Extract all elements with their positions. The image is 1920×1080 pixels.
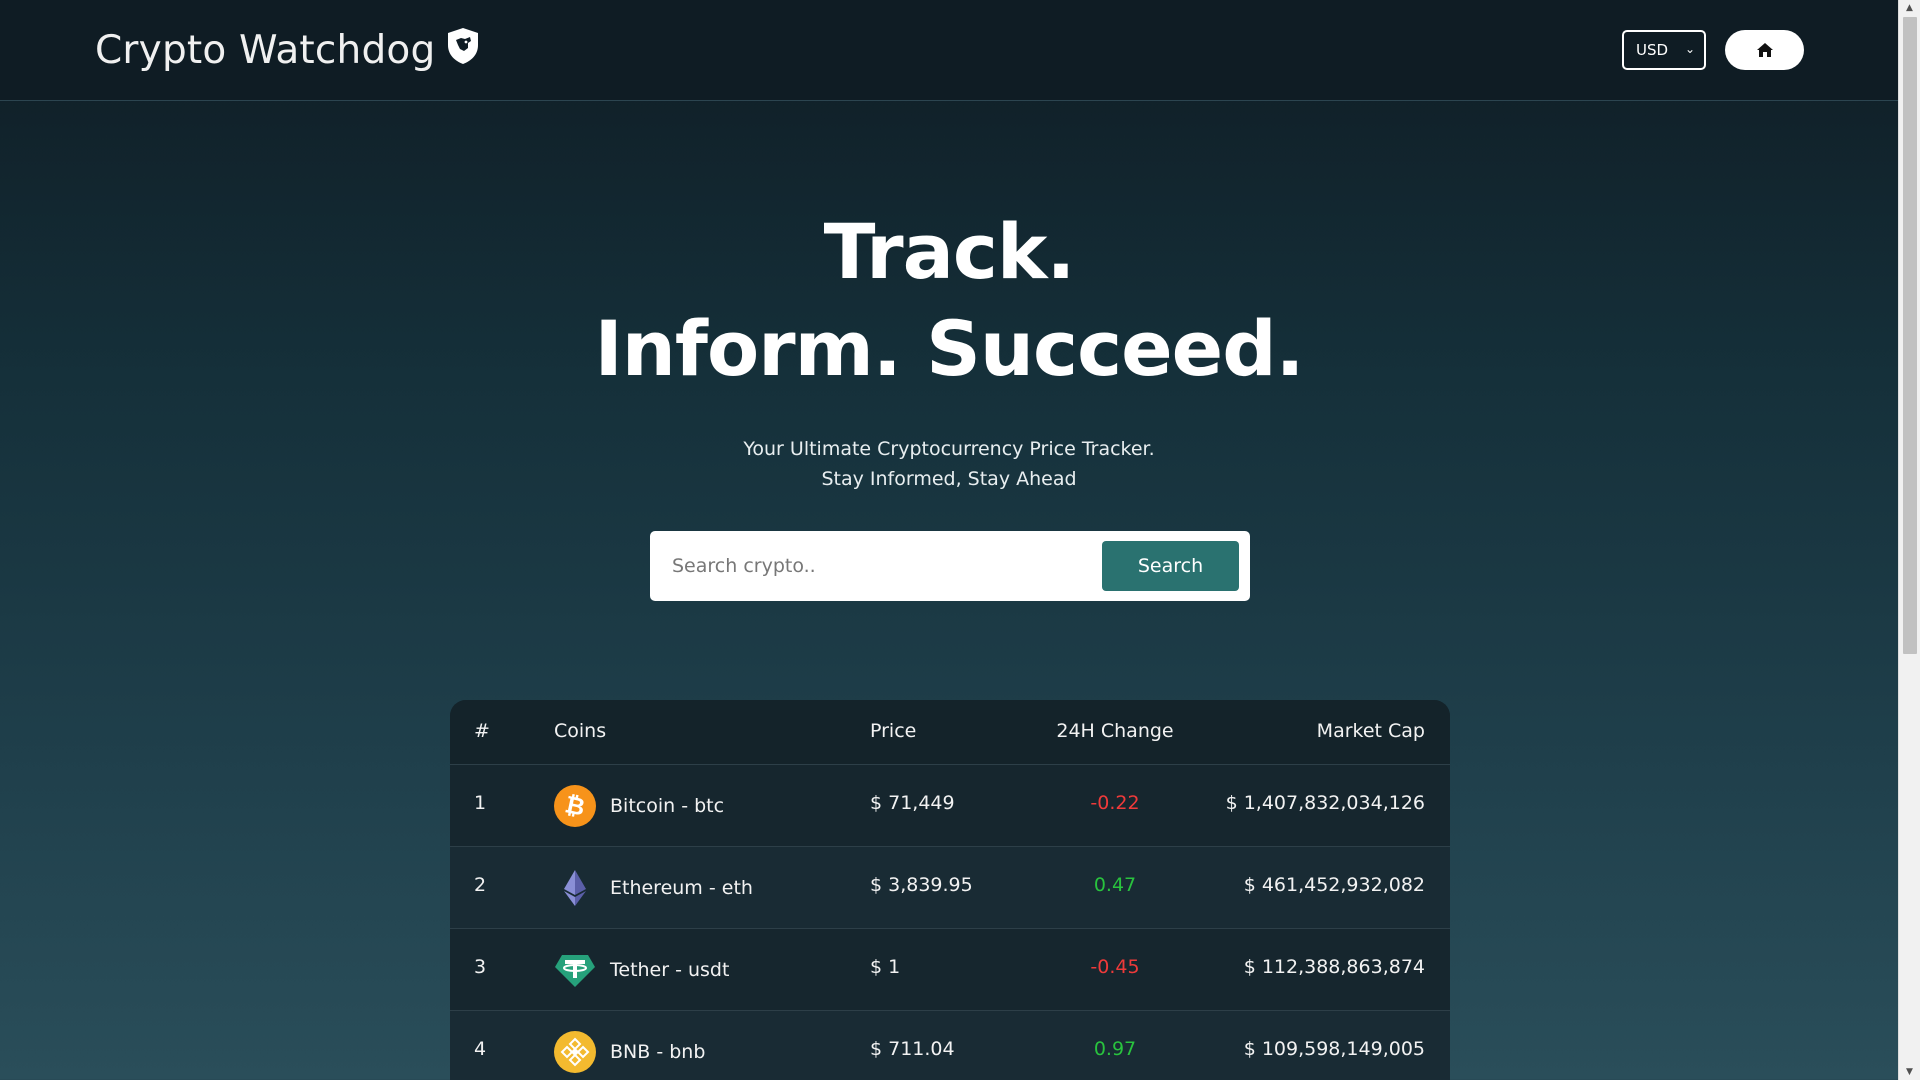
table-header: # Coins Price 24H Change Market Cap bbox=[450, 700, 1450, 765]
header-market-cap: Market Cap bbox=[1316, 720, 1425, 742]
table-row[interactable]: 1 ₿ Bitcoin - btc $ 71,449 -0.22 $ 1,407… bbox=[450, 765, 1450, 847]
search-button[interactable]: Search bbox=[1102, 541, 1239, 591]
scroll-down-icon[interactable]: ▼ bbox=[1899, 1064, 1920, 1080]
coin-market-cap: $ 1,407,832,034,126 bbox=[1225, 792, 1425, 814]
coin-24h-change: 0.97 bbox=[1093, 1038, 1137, 1060]
tether-logo-icon bbox=[555, 955, 595, 987]
coin-price: $ 71,449 bbox=[870, 792, 955, 814]
coin-name: BNB - bnb bbox=[610, 1041, 706, 1063]
currency-select[interactable]: USD ⌄ bbox=[1622, 30, 1706, 70]
navbar: Crypto Watchdog USD ⌄ bbox=[0, 0, 1898, 101]
home-icon bbox=[1756, 43, 1773, 57]
chevron-down-icon: ⌄ bbox=[1684, 42, 1695, 56]
table-row[interactable]: 4 BNB - bnb $ 711.04 0.97 $ 109,598,149,… bbox=[450, 1011, 1450, 1080]
coin-market-cap: $ 461,452,932,082 bbox=[1243, 874, 1425, 896]
coin-cell: Tether - usdt bbox=[554, 947, 729, 993]
table-row[interactable]: 2 Ethereum - eth $ 3,839.95 0.47 $ 461,4… bbox=[450, 847, 1450, 929]
coin-market-cap: $ 112,388,863,874 bbox=[1243, 956, 1425, 978]
coin-24h-change: 0.47 bbox=[1093, 874, 1137, 896]
hero-subtitle-2: Stay Informed, Stay Ahead bbox=[821, 468, 1077, 490]
coin-cell: ₿ Bitcoin - btc bbox=[554, 783, 724, 829]
coin-name: Bitcoin - btc bbox=[610, 795, 725, 817]
bnb-logo-icon bbox=[554, 1031, 596, 1073]
currency-select-value: USD bbox=[1636, 41, 1669, 59]
home-button[interactable] bbox=[1725, 30, 1804, 70]
shield-dog-icon bbox=[448, 28, 479, 64]
coin-price: $ 1 bbox=[870, 956, 901, 978]
scroll-thumb[interactable] bbox=[1903, 17, 1917, 654]
coin-24h-change: -0.22 bbox=[1090, 792, 1140, 814]
coin-24h-change: -0.45 bbox=[1090, 956, 1140, 978]
scroll-up-icon[interactable]: ▲ bbox=[1899, 0, 1920, 16]
row-rank: 3 bbox=[474, 956, 487, 978]
coin-price: $ 711.04 bbox=[870, 1038, 955, 1060]
coin-table: # Coins Price 24H Change Market Cap 1 ₿ … bbox=[450, 700, 1450, 1080]
coin-name: Ethereum - eth bbox=[610, 877, 753, 899]
search-form: Search crypto.. Search bbox=[650, 531, 1250, 601]
coin-market-cap: $ 109,598,149,005 bbox=[1243, 1038, 1425, 1060]
brand[interactable]: Crypto Watchdog bbox=[95, 22, 481, 80]
coin-price: $ 3,839.95 bbox=[870, 874, 973, 896]
row-rank: 1 bbox=[474, 792, 487, 814]
ethereum-logo-icon bbox=[564, 870, 586, 906]
table-row[interactable]: 3 Tether - usdt $ 1 -0.45 $ 112,388,863,… bbox=[450, 929, 1450, 1011]
bitcoin-logo-icon: ₿ bbox=[554, 785, 596, 827]
coin-name: Tether - usdt bbox=[610, 959, 730, 981]
coin-cell: Ethereum - eth bbox=[554, 865, 753, 911]
coin-cell: BNB - bnb bbox=[554, 1029, 705, 1075]
hero-title-line-2: Inform. Succeed. bbox=[594, 304, 1305, 393]
brand-title: Crypto Watchdog bbox=[95, 28, 436, 73]
row-rank: 2 bbox=[474, 874, 487, 896]
header-24h-change: 24H Change bbox=[1056, 720, 1174, 742]
page-scrollbar[interactable]: ▲ ▼ bbox=[1898, 0, 1920, 1080]
header-coins: Coins bbox=[554, 720, 607, 742]
header-rank: # bbox=[474, 720, 490, 742]
hero-subtitle-1: Your Ultimate Cryptocurrency Price Track… bbox=[743, 438, 1155, 460]
hero-title-line-1: Track. bbox=[823, 207, 1076, 296]
row-rank: 4 bbox=[474, 1038, 487, 1060]
header-price: Price bbox=[870, 720, 917, 742]
search-input[interactable]: Search crypto.. bbox=[672, 531, 1072, 601]
